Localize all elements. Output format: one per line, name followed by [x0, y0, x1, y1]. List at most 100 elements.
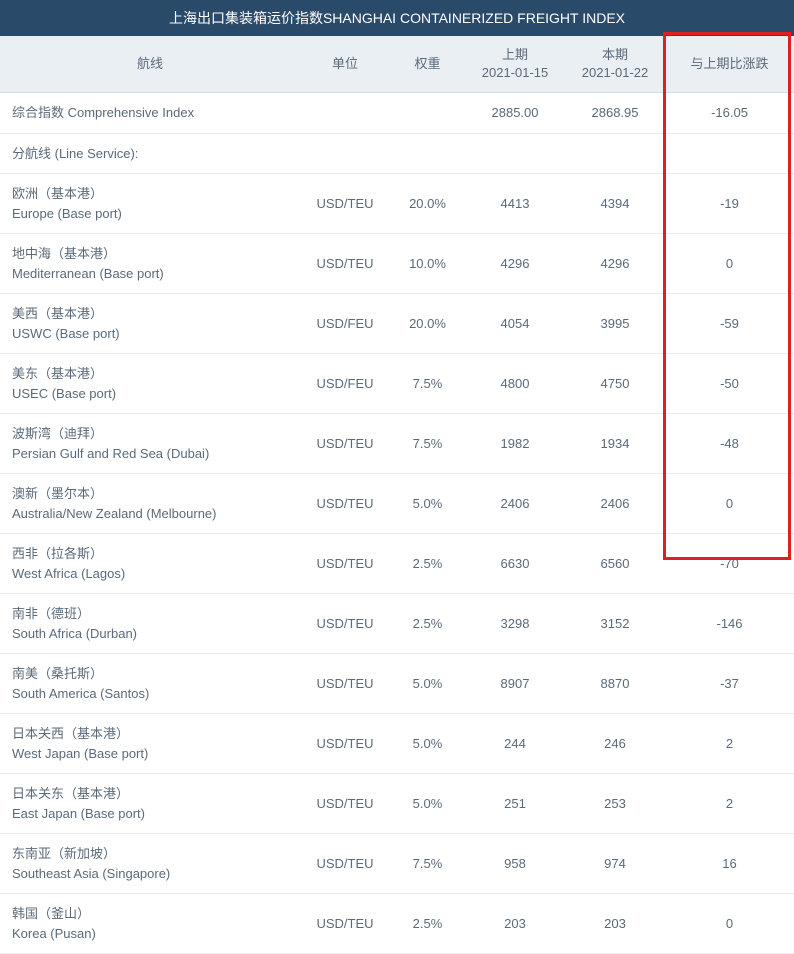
- cell-delta: -146: [665, 594, 794, 654]
- route-en: Australia/New Zealand (Melbourne): [12, 506, 216, 521]
- cell-delta: 0: [665, 234, 794, 294]
- cell-unit: USD/TEU: [300, 594, 390, 654]
- cell-route: 分航线 (Line Service):: [0, 133, 300, 174]
- cell-route: 韩国（釜山）Korea (Pusan): [0, 894, 300, 954]
- cell-delta: 2: [665, 714, 794, 774]
- cell-curr: 253: [565, 774, 665, 834]
- table-row: 美东（基本港）USEC (Base port)USD/FEU7.5%480047…: [0, 354, 794, 414]
- cell-curr: 6560: [565, 534, 665, 594]
- cell-route: 波斯湾（迪拜）Persian Gulf and Red Sea (Dubai): [0, 414, 300, 474]
- cell-weight: 5.0%: [390, 714, 465, 774]
- cell-weight: 5.0%: [390, 474, 465, 534]
- route-en: Mediterranean (Base port): [12, 266, 164, 281]
- header-curr-label: 本期: [602, 47, 628, 62]
- table-row: 西非（拉各斯）West Africa (Lagos)USD/TEU2.5%663…: [0, 534, 794, 594]
- cell-route: 西非（拉各斯）West Africa (Lagos): [0, 534, 300, 594]
- cell-curr: 2868.95: [565, 93, 665, 134]
- cell-route: 澳新（墨尔本）Australia/New Zealand (Melbourne): [0, 474, 300, 534]
- cell-weight: [390, 93, 465, 134]
- cell-route: 日本关东（基本港）East Japan (Base port): [0, 774, 300, 834]
- table-row: 分航线 (Line Service):: [0, 133, 794, 174]
- cell-curr: 2406: [565, 474, 665, 534]
- cell-unit: USD/FEU: [300, 294, 390, 354]
- route-cn: 东南亚（新加坡）: [12, 846, 116, 861]
- cell-delta: 0: [665, 894, 794, 954]
- cell-unit: [300, 133, 390, 174]
- table-title: 上海出口集装箱运价指数SHANGHAI CONTAINERIZED FREIGH…: [0, 0, 794, 36]
- route-cn: 西非（拉各斯）: [12, 546, 103, 561]
- cell-curr: 3995: [565, 294, 665, 354]
- cell-route: 欧洲（基本港）Europe (Base port): [0, 174, 300, 234]
- route-en: West Japan (Base port): [12, 746, 148, 761]
- cell-prev: 251: [465, 774, 565, 834]
- route-cn: 分航线 (Line Service):: [12, 146, 138, 161]
- cell-route: 地中海（基本港） Mediterranean (Base port): [0, 234, 300, 294]
- cell-unit: USD/TEU: [300, 654, 390, 714]
- table-row: 韩国（釜山）Korea (Pusan)USD/TEU2.5%2032030: [0, 894, 794, 954]
- cell-weight: [390, 133, 465, 174]
- cell-unit: USD/TEU: [300, 474, 390, 534]
- cell-weight: 2.5%: [390, 894, 465, 954]
- cell-unit: USD/FEU: [300, 354, 390, 414]
- cell-delta: [665, 133, 794, 174]
- header-prev: 上期 2021-01-15: [465, 36, 565, 93]
- route-en: USEC (Base port): [12, 386, 116, 401]
- cell-weight: 7.5%: [390, 834, 465, 894]
- cell-prev: 4296: [465, 234, 565, 294]
- cell-unit: USD/TEU: [300, 534, 390, 594]
- header-route: 航线: [0, 36, 300, 93]
- header-prev-date: 2021-01-15: [482, 65, 549, 80]
- cell-delta: 16: [665, 834, 794, 894]
- table-row: 澳新（墨尔本）Australia/New Zealand (Melbourne)…: [0, 474, 794, 534]
- header-delta: 与上期比涨跌: [665, 36, 794, 93]
- cell-curr: 246: [565, 714, 665, 774]
- table-row: 欧洲（基本港）Europe (Base port)USD/TEU20.0%441…: [0, 174, 794, 234]
- cell-prev: 2885.00: [465, 93, 565, 134]
- cell-weight: 7.5%: [390, 354, 465, 414]
- table-row: 综合指数 Comprehensive Index2885.002868.95-1…: [0, 93, 794, 134]
- table-row: 波斯湾（迪拜）Persian Gulf and Red Sea (Dubai)U…: [0, 414, 794, 474]
- table-header-row: 航线 单位 权重 上期 2021-01-15 本期 2021-01-22 与上期…: [0, 36, 794, 93]
- cell-prev: 4413: [465, 174, 565, 234]
- header-curr-date: 2021-01-22: [582, 65, 649, 80]
- cell-weight: 20.0%: [390, 294, 465, 354]
- table-row: 日本关西（基本港）West Japan (Base port)USD/TEU5.…: [0, 714, 794, 774]
- route-cn: 综合指数 Comprehensive Index: [12, 105, 194, 120]
- cell-delta: -59: [665, 294, 794, 354]
- cell-weight: 2.5%: [390, 594, 465, 654]
- cell-prev: 6630: [465, 534, 565, 594]
- cell-prev: 1982: [465, 414, 565, 474]
- cell-unit: [300, 93, 390, 134]
- table-row: 东南亚（新加坡） Southeast Asia (Singapore) USD/TE…: [0, 834, 794, 894]
- route-en: Persian Gulf and Red Sea (Dubai): [12, 446, 209, 461]
- route-cn: 地中海（基本港）: [12, 246, 116, 261]
- cell-weight: 5.0%: [390, 774, 465, 834]
- cell-curr: 3152: [565, 594, 665, 654]
- route-cn: 日本关西（基本港）: [12, 726, 129, 741]
- cell-curr: 4750: [565, 354, 665, 414]
- table-row: 日本关东（基本港）East Japan (Base port)USD/TEU5.…: [0, 774, 794, 834]
- cell-prev: 203: [465, 894, 565, 954]
- cell-unit: USD/TEU: [300, 234, 390, 294]
- header-curr: 本期 2021-01-22: [565, 36, 665, 93]
- cell-delta: -70: [665, 534, 794, 594]
- cell-unit: USD/TEU: [300, 414, 390, 474]
- route-cn: 南非（德班）: [12, 606, 90, 621]
- cell-prev: 3298: [465, 594, 565, 654]
- cell-route: 南美（桑托斯）South America (Santos): [0, 654, 300, 714]
- route-cn: 美东（基本港）: [12, 366, 103, 381]
- cell-route: 日本关西（基本港） West Japan (Base port): [0, 714, 300, 774]
- route-cn: 韩国（釜山）: [12, 906, 90, 921]
- table-row: 地中海（基本港） Mediterranean (Base port) USD/TEU…: [0, 234, 794, 294]
- route-en: South Africa (Durban): [12, 626, 137, 641]
- cell-delta: -37: [665, 654, 794, 714]
- route-cn: 日本关东（基本港）: [12, 786, 129, 801]
- cell-unit: USD/TEU: [300, 174, 390, 234]
- cell-prev: [465, 133, 565, 174]
- cell-weight: 20.0%: [390, 174, 465, 234]
- cell-delta: -48: [665, 414, 794, 474]
- cell-unit: USD/TEU: [300, 834, 390, 894]
- route-en: Southeast Asia (Singapore): [12, 866, 170, 881]
- cell-route: 东南亚（新加坡） Southeast Asia (Singapore): [0, 834, 300, 894]
- cell-delta: -19: [665, 174, 794, 234]
